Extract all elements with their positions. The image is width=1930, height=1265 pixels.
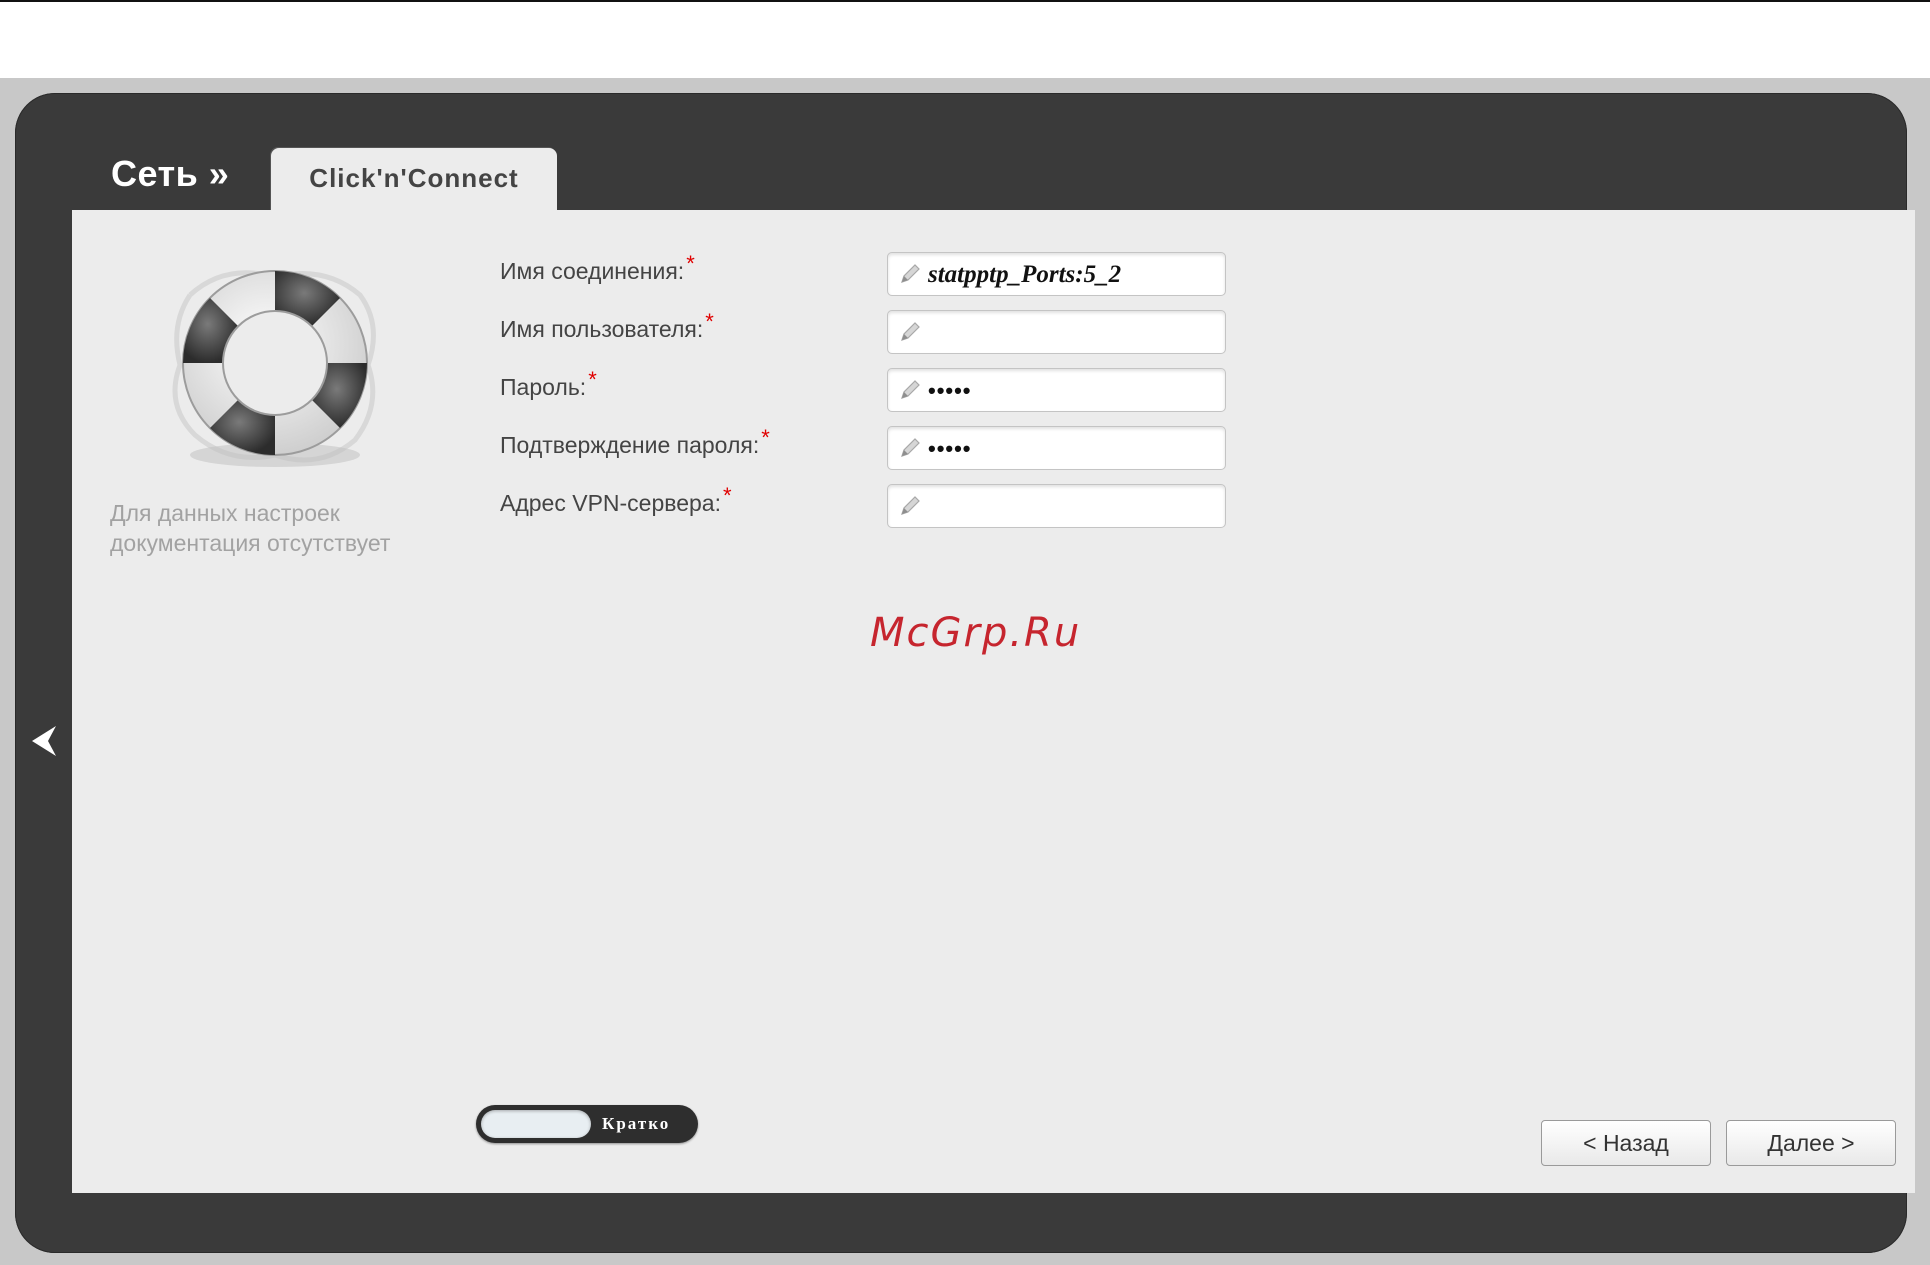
username-label: Имя пользователя:* xyxy=(500,309,714,343)
username-label-text: Имя пользователя: xyxy=(500,316,704,342)
breadcrumb-network[interactable]: Сеть » xyxy=(111,153,229,195)
pencil-icon xyxy=(901,438,920,457)
toggle-label: Кратко xyxy=(602,1114,671,1133)
vpn-server-label: Адрес VPN-сервера:* xyxy=(500,483,732,517)
password-confirm-label: Подтверждение пароля:* xyxy=(500,425,770,459)
vpn-server-input[interactable] xyxy=(887,484,1226,528)
vpn-server-label-text: Адрес VPN-сервера: xyxy=(500,490,721,516)
password-label: Пароль:* xyxy=(500,367,597,401)
connection-name-label: Имя соединения:* xyxy=(500,251,695,285)
pencil-icon xyxy=(901,264,920,283)
pencil-icon xyxy=(901,380,920,399)
pencil-icon xyxy=(901,496,920,515)
required-marker: * xyxy=(705,309,714,334)
documentation-note: Для данных настроек документация отсутст… xyxy=(110,500,391,556)
lifebuoy-icon xyxy=(172,270,376,467)
connection-name-label-text: Имя соединения: xyxy=(500,258,685,284)
chevron-left-icon[interactable] xyxy=(26,722,60,760)
next-button[interactable]: Далее > xyxy=(1726,1120,1896,1166)
required-marker: * xyxy=(588,367,597,392)
password-value: ••••• xyxy=(928,378,972,403)
pencil-icon xyxy=(901,322,920,341)
connection-name-input[interactable]: statpptp_Ports:5_2 xyxy=(887,252,1226,296)
username-input[interactable] xyxy=(887,310,1226,354)
connection-name-value: statpptp_Ports:5_2 xyxy=(928,261,1122,288)
required-marker: * xyxy=(723,483,732,508)
required-marker: * xyxy=(686,251,695,276)
password-confirm-value: ••••• xyxy=(928,436,972,461)
tab-click-n-connect[interactable]: Click'n'Connect xyxy=(271,148,557,212)
toggle-knob[interactable] xyxy=(481,1110,591,1138)
tab-label: Click'n'Connect xyxy=(309,163,519,193)
watermark-text: McGrp.Ru xyxy=(870,610,1082,656)
back-button[interactable]: < Назад xyxy=(1541,1120,1711,1166)
password-input[interactable]: ••••• xyxy=(887,368,1226,412)
required-marker: * xyxy=(761,425,770,450)
top-border-line xyxy=(0,0,1930,2)
password-confirm-label-text: Подтверждение пароля: xyxy=(500,432,760,458)
password-label-text: Пароль: xyxy=(500,374,587,400)
password-confirm-input[interactable]: ••••• xyxy=(887,426,1226,470)
brief-mode-toggle[interactable]: Кратко xyxy=(476,1105,698,1143)
